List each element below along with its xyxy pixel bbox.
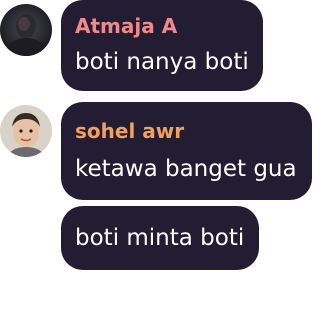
message-text: boti nanya boti (75, 49, 249, 75)
user-avatar-sohel-icon (0, 105, 52, 157)
user-avatar-atmaja-icon (0, 4, 52, 56)
message-text: boti minta boti (75, 225, 245, 251)
sender-name[interactable]: sohel awr (75, 102, 294, 143)
chat-log: Atmaja A boti nanya boti sohel awr ketaw… (0, 0, 312, 320)
sender-name[interactable]: Atmaja A (75, 0, 245, 38)
avatar-atmaja[interactable] (0, 4, 52, 56)
message-text: ketawa banget gua (75, 156, 297, 182)
message-bubble[interactable]: boti minta boti (61, 206, 259, 270)
avatar-sohel[interactable] (0, 105, 52, 157)
message-bubble[interactable]: sohel awr ketawa banget gua (61, 102, 312, 200)
message-bubble[interactable]: Atmaja A boti nanya boti (61, 0, 263, 91)
